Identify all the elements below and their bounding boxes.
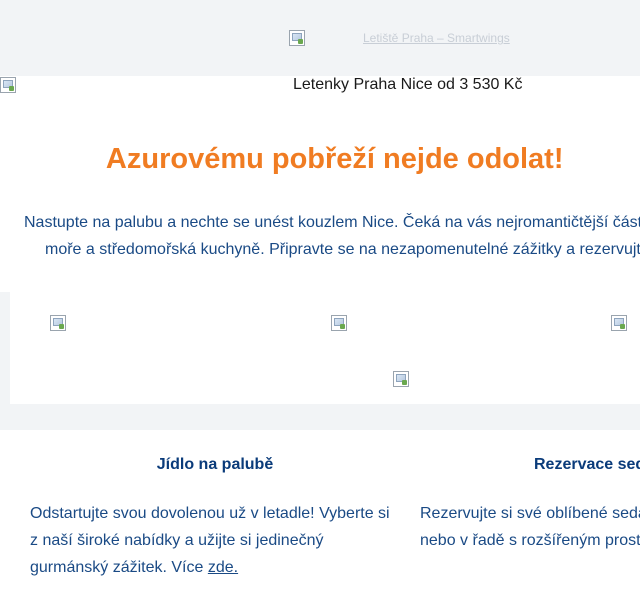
feature-body-line: Rezervujte si své oblíbené seda xyxy=(420,505,640,522)
feature-body-line: z naší široké nabídky a užijte si jedine… xyxy=(30,532,324,549)
feature-body-text: gurmánský zážitek. Více xyxy=(30,559,208,576)
feature-title: Rezervace sed xyxy=(534,456,640,473)
logo-alt-text[interactable]: Letiště Praha – Smartwings xyxy=(363,31,510,45)
headline-text: Azurovému pobřeží nejde odolat! xyxy=(105,143,564,175)
broken-image-icon[interactable] xyxy=(392,370,409,387)
feature-body-line: nebo v řadě s rozšířeným prost xyxy=(420,532,640,549)
feature-body-line: gurmánský zážitek. Více zde. xyxy=(30,554,390,581)
feature-title: Jídlo na palubě xyxy=(156,456,274,473)
feature-body-line: Odstartujte svou dovolenou už v letadle!… xyxy=(30,505,390,522)
intro-line: moře a středomořská kuchyně. Připravte s… xyxy=(45,241,640,258)
feature-body: Odstartujte svou dovolenou už v letadle!… xyxy=(30,500,390,581)
features-divider xyxy=(0,404,640,430)
broken-image-icon xyxy=(0,76,16,93)
more-info-link[interactable]: zde. xyxy=(208,559,238,576)
page-title: Azurovému pobřeží nejde odolat! xyxy=(0,143,640,176)
broken-image-icon[interactable] xyxy=(50,314,67,331)
broken-image-icon[interactable] xyxy=(611,314,628,331)
intro-line: Nastupte na palubu a nechte se unést kou… xyxy=(24,214,640,231)
broken-image-icon[interactable] xyxy=(330,314,347,331)
logo-link[interactable]: Letiště Praha – Smartwings xyxy=(289,30,510,46)
gallery-card xyxy=(10,292,640,404)
broken-image-icon xyxy=(289,30,305,46)
preheader-text: Letenky Praha Nice od 3 530 Kč xyxy=(293,76,523,93)
feature-body: Rezervujte si své oblíbené seda nebo v ř… xyxy=(420,500,640,554)
